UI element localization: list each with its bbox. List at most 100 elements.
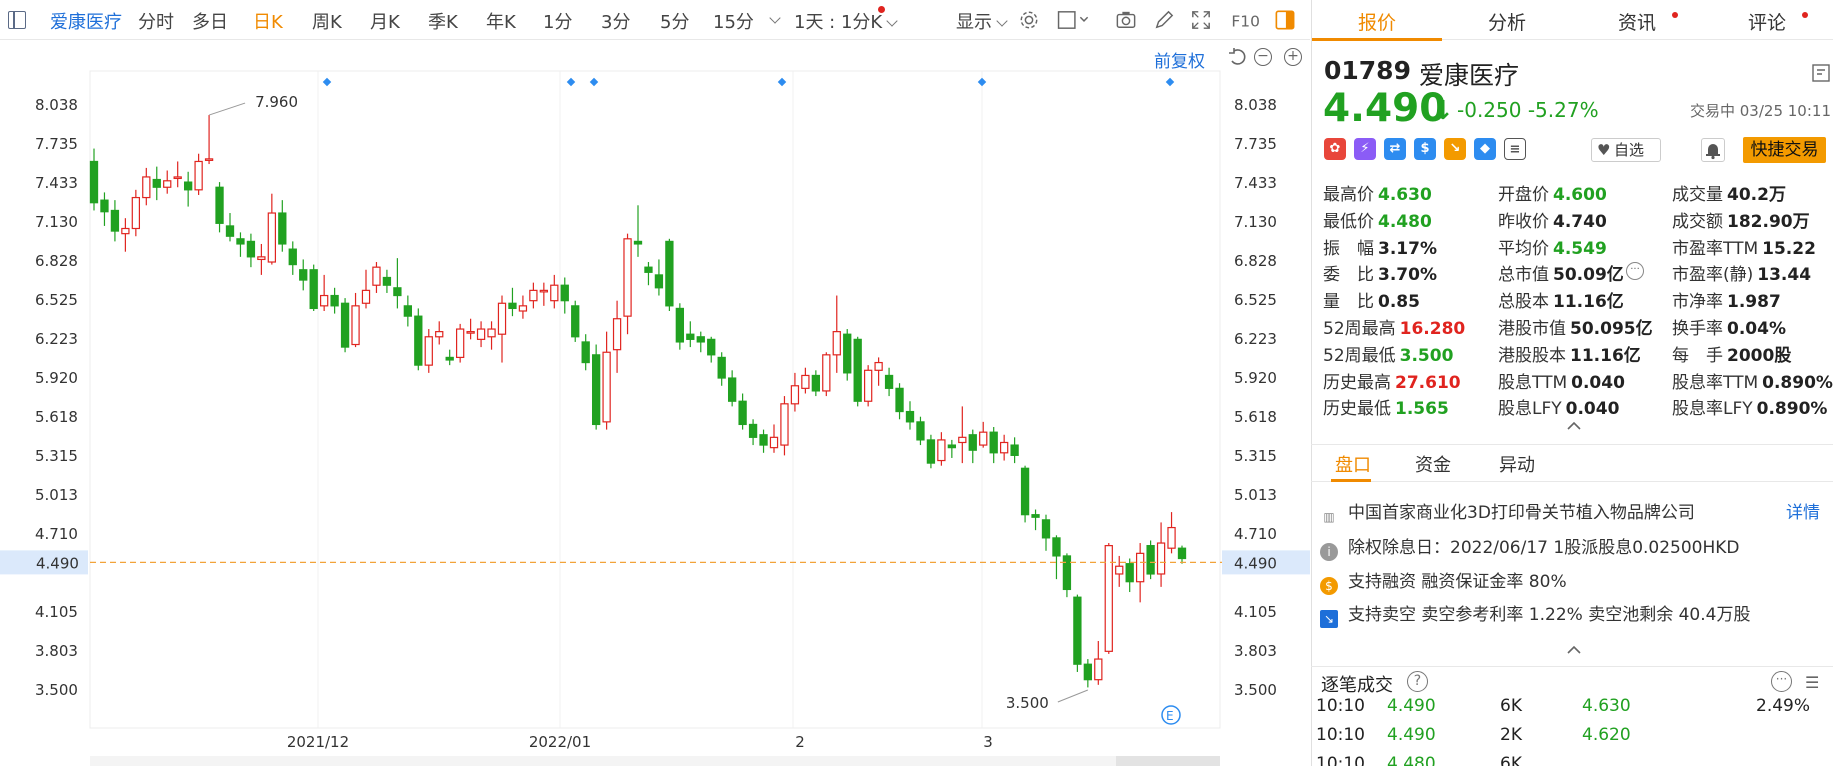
fullscreen-icon[interactable] (1190, 10, 1212, 30)
sidebar-toggle-icon[interactable] (8, 11, 26, 29)
help-icon[interactable]: ? (1407, 671, 1428, 692)
tab-11[interactable]: 15分 (713, 8, 754, 34)
tab-5[interactable]: 月K (370, 8, 400, 34)
ex-dividend-info: i 除权除息日：2022/06/17 1股派股息0.02500HKD (1320, 533, 1740, 561)
settings-gear-icon[interactable] (1018, 10, 1040, 30)
candle-body (110, 209, 120, 232)
alert-bell-icon[interactable] (1701, 138, 1725, 162)
candle-body (926, 439, 936, 464)
short-sell-info: ↘ 支持卖空 卖空参考利率 1.22% 卖空池剩余 40.4万股 (1320, 600, 1750, 628)
tab-capital[interactable]: 资金 (1415, 451, 1451, 477)
date-label: 2022/01 (529, 733, 591, 751)
candle-body (979, 431, 988, 446)
candle-body (581, 341, 590, 364)
tab-analysis[interactable]: 分析 (1488, 8, 1526, 35)
candle-body (1115, 565, 1124, 575)
tag-icon[interactable]: ◆ (1474, 138, 1496, 160)
display-menu[interactable]: 显示 (956, 8, 1008, 34)
f10-icon[interactable]: F10 (1230, 10, 1260, 30)
tab-orderbook[interactable]: 盘口 (1335, 451, 1371, 477)
tab-1[interactable]: 分时 (138, 8, 174, 34)
date-label: 2 (795, 733, 805, 751)
collapse-quotes-icon[interactable] (1567, 416, 1581, 430)
quote-value: 27.610 (1395, 372, 1461, 393)
tab-news[interactable]: 资讯 (1618, 8, 1656, 35)
kline-chart-svg[interactable]: 8.038 8.038 7.735 7.735 7.433 7.433 7.130 7.130… (0, 41, 1310, 766)
candle-body (278, 212, 287, 245)
market-cap-more-icon[interactable]: ··· (1626, 262, 1644, 280)
document-icon[interactable]: ≡ (1504, 138, 1526, 160)
trend-icon[interactable]: ↘ (1444, 138, 1466, 160)
zoom-in-button[interactable]: + (1284, 48, 1302, 66)
candle-body (121, 227, 130, 235)
tab-8[interactable]: 1分 (543, 8, 572, 34)
candle-body (257, 256, 266, 261)
stock-name-link[interactable]: 爱康医疗 (50, 8, 122, 34)
quote-label: 总市值 (1498, 265, 1549, 286)
kline-chart[interactable]: 8.038 8.038 7.735 7.735 7.433 7.433 7.130 7.130… (0, 41, 1310, 766)
connect-icon[interactable]: ⇄ (1384, 138, 1406, 160)
quote-label: 昨收价 (1498, 211, 1549, 232)
price-tick-right: 5.013 (1234, 486, 1277, 504)
add-watchlist-button[interactable]: ♥ 自选 (1591, 138, 1661, 162)
quote-value: 13.44 (1757, 265, 1812, 286)
zoom-out-button[interactable]: − (1254, 48, 1272, 66)
expand-panel-icon[interactable] (1812, 64, 1830, 82)
collapse-info-icon[interactable] (1567, 640, 1581, 659)
high-annotation-leader (208, 102, 246, 116)
tab-6[interactable]: 季K (428, 8, 458, 34)
candle-body (382, 276, 392, 286)
tab-9[interactable]: 3分 (601, 8, 630, 34)
candle-body (267, 212, 277, 263)
tab-7[interactable]: 年K (486, 8, 516, 34)
candle-body (623, 238, 632, 317)
quote-cell: 平均价 4.549 (1498, 234, 1607, 259)
quote-cell: 最高价 4.630 (1323, 180, 1432, 205)
quote-cell: 港股股本 11.16亿 (1498, 341, 1641, 366)
more-options-icon[interactable]: ··· (1771, 671, 1792, 692)
panel-toggle-icon[interactable] (1274, 10, 1296, 30)
tick-price: 4.490 (1387, 696, 1436, 716)
dollar-icon[interactable]: $ (1414, 138, 1436, 160)
undo-icon[interactable] (1228, 47, 1248, 67)
event-marker (566, 77, 576, 87)
tab-comments[interactable]: 评论 (1748, 8, 1786, 35)
quote-cell: 市盈率TTM 15.22 (1672, 234, 1816, 259)
info-icon: i (1320, 543, 1338, 561)
price-tick-left: 8.038 (35, 96, 78, 114)
candle-body (1041, 519, 1051, 539)
tab-10[interactable]: 5分 (660, 8, 689, 34)
tab-2[interactable]: 多日 (192, 8, 228, 34)
stock-code: 01789 (1324, 56, 1411, 85)
candle-body (529, 289, 538, 302)
layout-select-icon[interactable] (1056, 10, 1092, 30)
candle-body (644, 266, 653, 273)
lightning-icon[interactable]: ⚡ (1354, 138, 1376, 160)
price-tick-right: 3.803 (1234, 642, 1277, 660)
more-intervals-chevron-icon[interactable] (769, 12, 781, 24)
list-view-icon[interactable]: ☰ (1805, 673, 1819, 692)
adjust-mode-button[interactable]: 前复权 (1154, 47, 1205, 72)
candle-body (414, 315, 423, 366)
camera-icon[interactable] (1115, 10, 1137, 30)
candle-body (633, 240, 643, 245)
candle-body (707, 338, 716, 356)
draw-pencil-icon[interactable] (1153, 10, 1175, 30)
dollar-coin-icon: $ (1320, 577, 1338, 595)
quote-cell: 股息率LFY 0.890% (1672, 394, 1827, 419)
candle-body (675, 307, 685, 343)
tab-3[interactable]: 日K (253, 8, 283, 34)
price-change: -0.250 -5.27% (1457, 98, 1599, 122)
candle-body (1031, 514, 1040, 518)
candle-body (204, 158, 214, 161)
tab-movement[interactable]: 异动 (1499, 451, 1535, 477)
detail-link[interactable]: 详情 (1786, 498, 1820, 523)
tab-4[interactable]: 周K (312, 8, 342, 34)
tab-quote[interactable]: 报价 (1358, 8, 1396, 35)
quote-label: 港股股本 (1498, 345, 1566, 366)
quick-trade-button[interactable]: 快捷交易 (1743, 137, 1826, 163)
quote-value: 0.890% (1756, 399, 1828, 420)
hk-flower-icon[interactable]: ✿ (1324, 138, 1346, 160)
quote-value: 4.480 (1378, 211, 1432, 232)
quote-label: 52周最高 (1323, 319, 1396, 339)
